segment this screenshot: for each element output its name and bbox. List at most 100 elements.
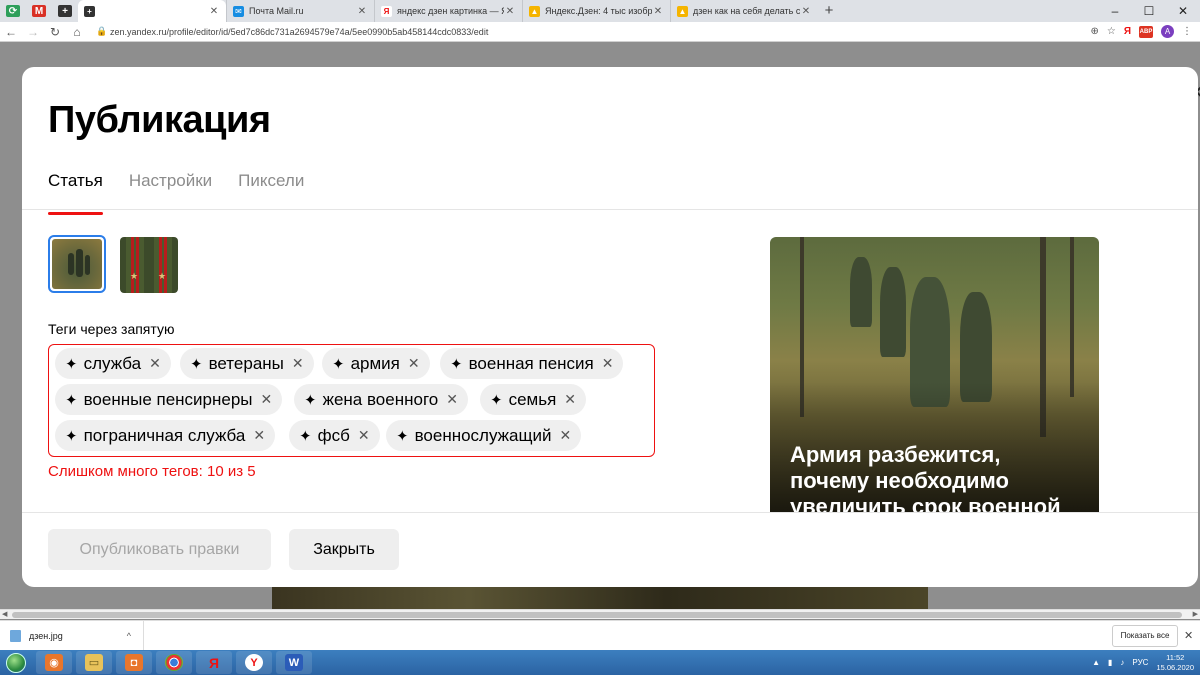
remove-tag-icon[interactable]: ✕ (358, 427, 370, 444)
sparkle-icon: ✦ (65, 355, 78, 373)
tab-active[interactable]: + ✕ (78, 0, 226, 22)
horizontal-scrollbar[interactable]: ◀ ▶ (0, 609, 1200, 619)
tab-mail-ru[interactable]: ✉ Почта Mail.ru ✕ (226, 0, 374, 22)
taskbar-app[interactable]: ◉ (36, 651, 72, 674)
tag-chip: ✦ военные пенсирнеры ✕ (55, 384, 283, 415)
tag-chip: ✦ жена военного ✕ (294, 384, 468, 415)
yandex-extension-icon[interactable]: Я (1124, 26, 1131, 37)
menu-kebab-icon[interactable]: ⋮ (1182, 26, 1192, 37)
show-all-downloads-button[interactable]: Показать все (1112, 625, 1178, 647)
scrollbar-thumb[interactable] (12, 612, 1182, 618)
tag-label: служба (83, 353, 142, 373)
taskbar-app[interactable]: ▭ (76, 651, 112, 674)
new-tab-button[interactable]: + (818, 0, 840, 22)
sparkle-icon: ✦ (299, 427, 312, 445)
speaker-icon[interactable]: ♪ (1120, 658, 1124, 667)
windows-orb-icon (6, 652, 26, 673)
forward-arrow-icon[interactable]: → (22, 25, 44, 39)
reload-icon[interactable]: ↻ (44, 25, 66, 39)
cover-thumbnail-shoulder-boards[interactable]: ★ ★ (120, 237, 178, 293)
sparkle-icon: ✦ (65, 391, 78, 409)
bookmark-star-icon[interactable]: ☆ (1107, 26, 1116, 37)
tabs-divider (22, 209, 1198, 210)
article-preview-card: Армия разбежится, почему необходимо увел… (770, 237, 1099, 512)
profile-avatar[interactable]: A (1161, 25, 1174, 38)
remove-tag-icon[interactable]: ✕ (564, 391, 576, 408)
back-arrow-icon[interactable]: ← (0, 25, 22, 39)
close-download-bar-icon[interactable]: ✕ (1184, 629, 1193, 642)
remove-tag-icon[interactable]: ✕ (253, 427, 265, 444)
tag-label: военные пенсирнеры (83, 389, 253, 409)
minimize-button[interactable]: – (1098, 0, 1132, 22)
sparkle-icon: ✦ (396, 427, 409, 445)
close-button[interactable]: Закрыть (289, 529, 399, 570)
background-article-image (272, 585, 928, 609)
tab-close-icon[interactable]: ✕ (208, 6, 220, 17)
tray-arrow-icon[interactable]: ▲ (1092, 658, 1100, 667)
modal-title: Публикация (48, 99, 271, 141)
download-filename: дзен.jpg (29, 631, 63, 641)
publish-changes-button[interactable]: Опубликовать правки (48, 529, 271, 570)
taskbar-app[interactable]: ◘ (116, 651, 152, 674)
pinned-tab[interactable]: ⟳ (0, 0, 26, 22)
shoulder-board-image: ★ (154, 237, 172, 293)
taskbar-app[interactable]: Y (236, 651, 272, 674)
remove-tag-icon[interactable]: ✕ (261, 391, 273, 408)
image-file-icon (10, 630, 21, 642)
tab-yandex-search[interactable]: Я яндекс дзен картинка — Яндекс ✕ (374, 0, 522, 22)
system-tray: ▲ ▮ ♪ РУС 11:52 15.06.2020 (1092, 650, 1194, 675)
address-bar: ← → ↻ ⌂ 🔒 zen.yandex.ru/profile/editor/i… (0, 22, 1200, 42)
tab-zen-links[interactable]: ▲ дзен как на себя делать ссылки ✕ (670, 0, 818, 22)
gmail-icon: M (32, 5, 46, 17)
tags-label: Теги через запятую (48, 321, 175, 337)
zoom-icon[interactable]: ⊕ (1090, 26, 1098, 37)
pinned-tab-app[interactable]: + (52, 0, 78, 22)
remove-tag-icon[interactable]: ✕ (292, 355, 304, 372)
tab-close-icon[interactable]: ✕ (652, 6, 664, 17)
start-button[interactable] (0, 650, 32, 675)
tag-label: семья (508, 389, 557, 409)
sparkle-icon: ✦ (450, 355, 463, 373)
url-field[interactable]: 🔒 zen.yandex.ru/profile/editor/id/5ed7c8… (96, 23, 1090, 41)
remove-tag-icon[interactable]: ✕ (149, 355, 161, 372)
shoulder-board-image: ★ (126, 237, 144, 293)
media-app-icon: ◉ (45, 654, 63, 671)
soldiers-thumbnail-image (52, 239, 102, 289)
taskbar-app[interactable]: W (276, 651, 312, 674)
tag-label: фсб (317, 425, 350, 445)
remove-tag-icon[interactable]: ✕ (559, 427, 571, 444)
tag-label: пограничная служба (83, 425, 246, 445)
tab-close-icon[interactable]: ✕ (504, 6, 516, 17)
download-bar: дзен.jpg ^ Показать все ✕ (0, 620, 1200, 651)
remove-tag-icon[interactable]: ✕ (602, 355, 614, 372)
clock[interactable]: 11:52 15.06.2020 (1156, 653, 1194, 673)
word-icon: W (285, 654, 303, 671)
language-indicator[interactable]: РУС (1132, 658, 1148, 667)
window-close-button[interactable]: ✕ (1166, 0, 1200, 22)
cover-thumbnail-soldiers[interactable] (48, 235, 106, 293)
lock-icon: 🔒 (96, 26, 108, 36)
network-icon[interactable]: ▮ (1108, 658, 1112, 667)
yandex-icon: Я (381, 5, 392, 17)
clock-date: 15.06.2020 (1156, 662, 1194, 672)
tags-input[interactable]: ✦ служба ✕ ✦ ветераны ✕ ✦ армия ✕ ✦ воен… (48, 344, 655, 457)
remove-tag-icon[interactable]: ✕ (408, 355, 420, 372)
chevron-up-icon[interactable]: ^ (127, 631, 131, 641)
tab-pinned-icon: ⟳ (6, 5, 20, 17)
scroll-left-icon[interactable]: ◀ (2, 610, 7, 618)
tab-zen-images[interactable]: ▲ Яндекс.Дзен: 4 тыс изображени ✕ (522, 0, 670, 22)
taskbar-app[interactable]: Я (196, 651, 232, 674)
remove-tag-icon[interactable]: ✕ (446, 391, 458, 408)
tag-chip: ✦ ветераны ✕ (180, 348, 314, 379)
windows-taskbar: ◉ ▭ ◘ Я Y W ▲ ▮ ♪ РУС 11:52 15.06.2020 (0, 650, 1200, 675)
publication-modal: Публикация Статья Настройки Пиксели ★ ★ … (22, 67, 1198, 587)
maximize-button[interactable]: ☐ (1132, 0, 1166, 22)
taskbar-app[interactable] (156, 651, 192, 674)
scroll-right-icon[interactable]: ▶ (1193, 610, 1198, 618)
home-icon[interactable]: ⌂ (66, 25, 88, 39)
adblock-icon[interactable]: ABP (1139, 25, 1153, 38)
tab-close-icon[interactable]: ✕ (800, 6, 812, 17)
tab-close-icon[interactable]: ✕ (356, 6, 368, 17)
pinned-tab-gmail[interactable]: M (26, 0, 52, 22)
download-item[interactable]: дзен.jpg ^ (0, 621, 144, 651)
